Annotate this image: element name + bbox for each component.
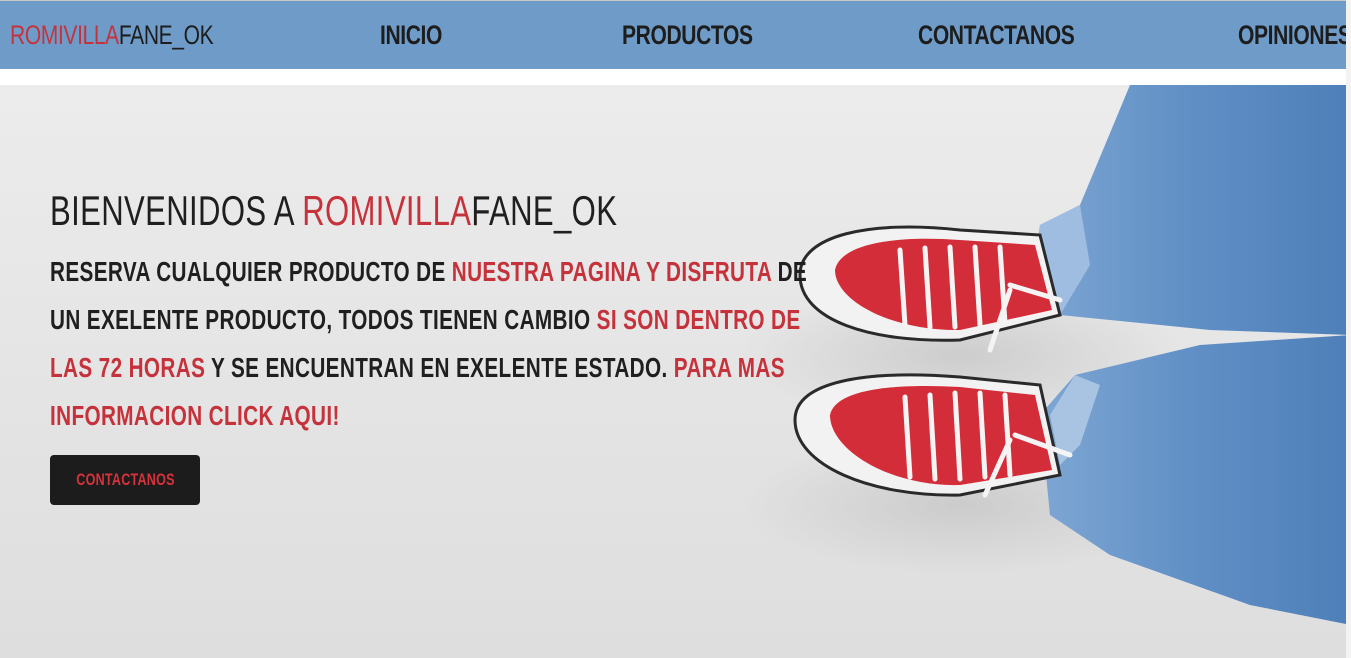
hero-description: RESERVA CUALQUIER PRODUCTO DE NUESTRA PA… — [50, 248, 812, 440]
page-scrollbar[interactable] — [1346, 0, 1351, 658]
nav-link-productos[interactable]: PRODUCTOS — [622, 15, 753, 55]
hero-headline-red: ROMIVILLA — [302, 187, 472, 234]
hero-copy-accent: NUESTRA PAGINA Y DISFRUTA — [451, 256, 772, 287]
hero-headline-dark: FANE_OK — [471, 187, 618, 234]
brand-logo-dark: FANE_OK — [118, 20, 214, 50]
nav-link-inicio[interactable]: INICIO — [380, 15, 442, 55]
contact-button[interactable]: CONTACTANOS — [50, 455, 200, 505]
brand-logo[interactable]: ROMIVILLAFANE_OK — [10, 15, 214, 55]
hero-copy-segment: RESERVA CUALQUIER PRODUCTO DE — [50, 256, 452, 287]
hero-headline-prefix: BIENVENIDOS A — [50, 187, 303, 234]
hero-headline: BIENVENIDOS A ROMIVILLAFANE_OK — [50, 187, 617, 235]
nav-link-contactanos[interactable]: CONTACTANOS — [918, 15, 1075, 55]
contact-button-label: CONTACTANOS — [75, 470, 175, 489]
nav-link-opiniones[interactable]: OPINIONES — [1238, 15, 1351, 55]
hero-copy-segment: Y SE ENCUENTRAN EN EXELENTE ESTADO. — [205, 352, 674, 383]
brand-logo-red: ROMIVILLA — [10, 20, 119, 50]
navbar: ROMIVILLAFANE_OK INICIO PRODUCTOS CONTAC… — [0, 1, 1351, 69]
